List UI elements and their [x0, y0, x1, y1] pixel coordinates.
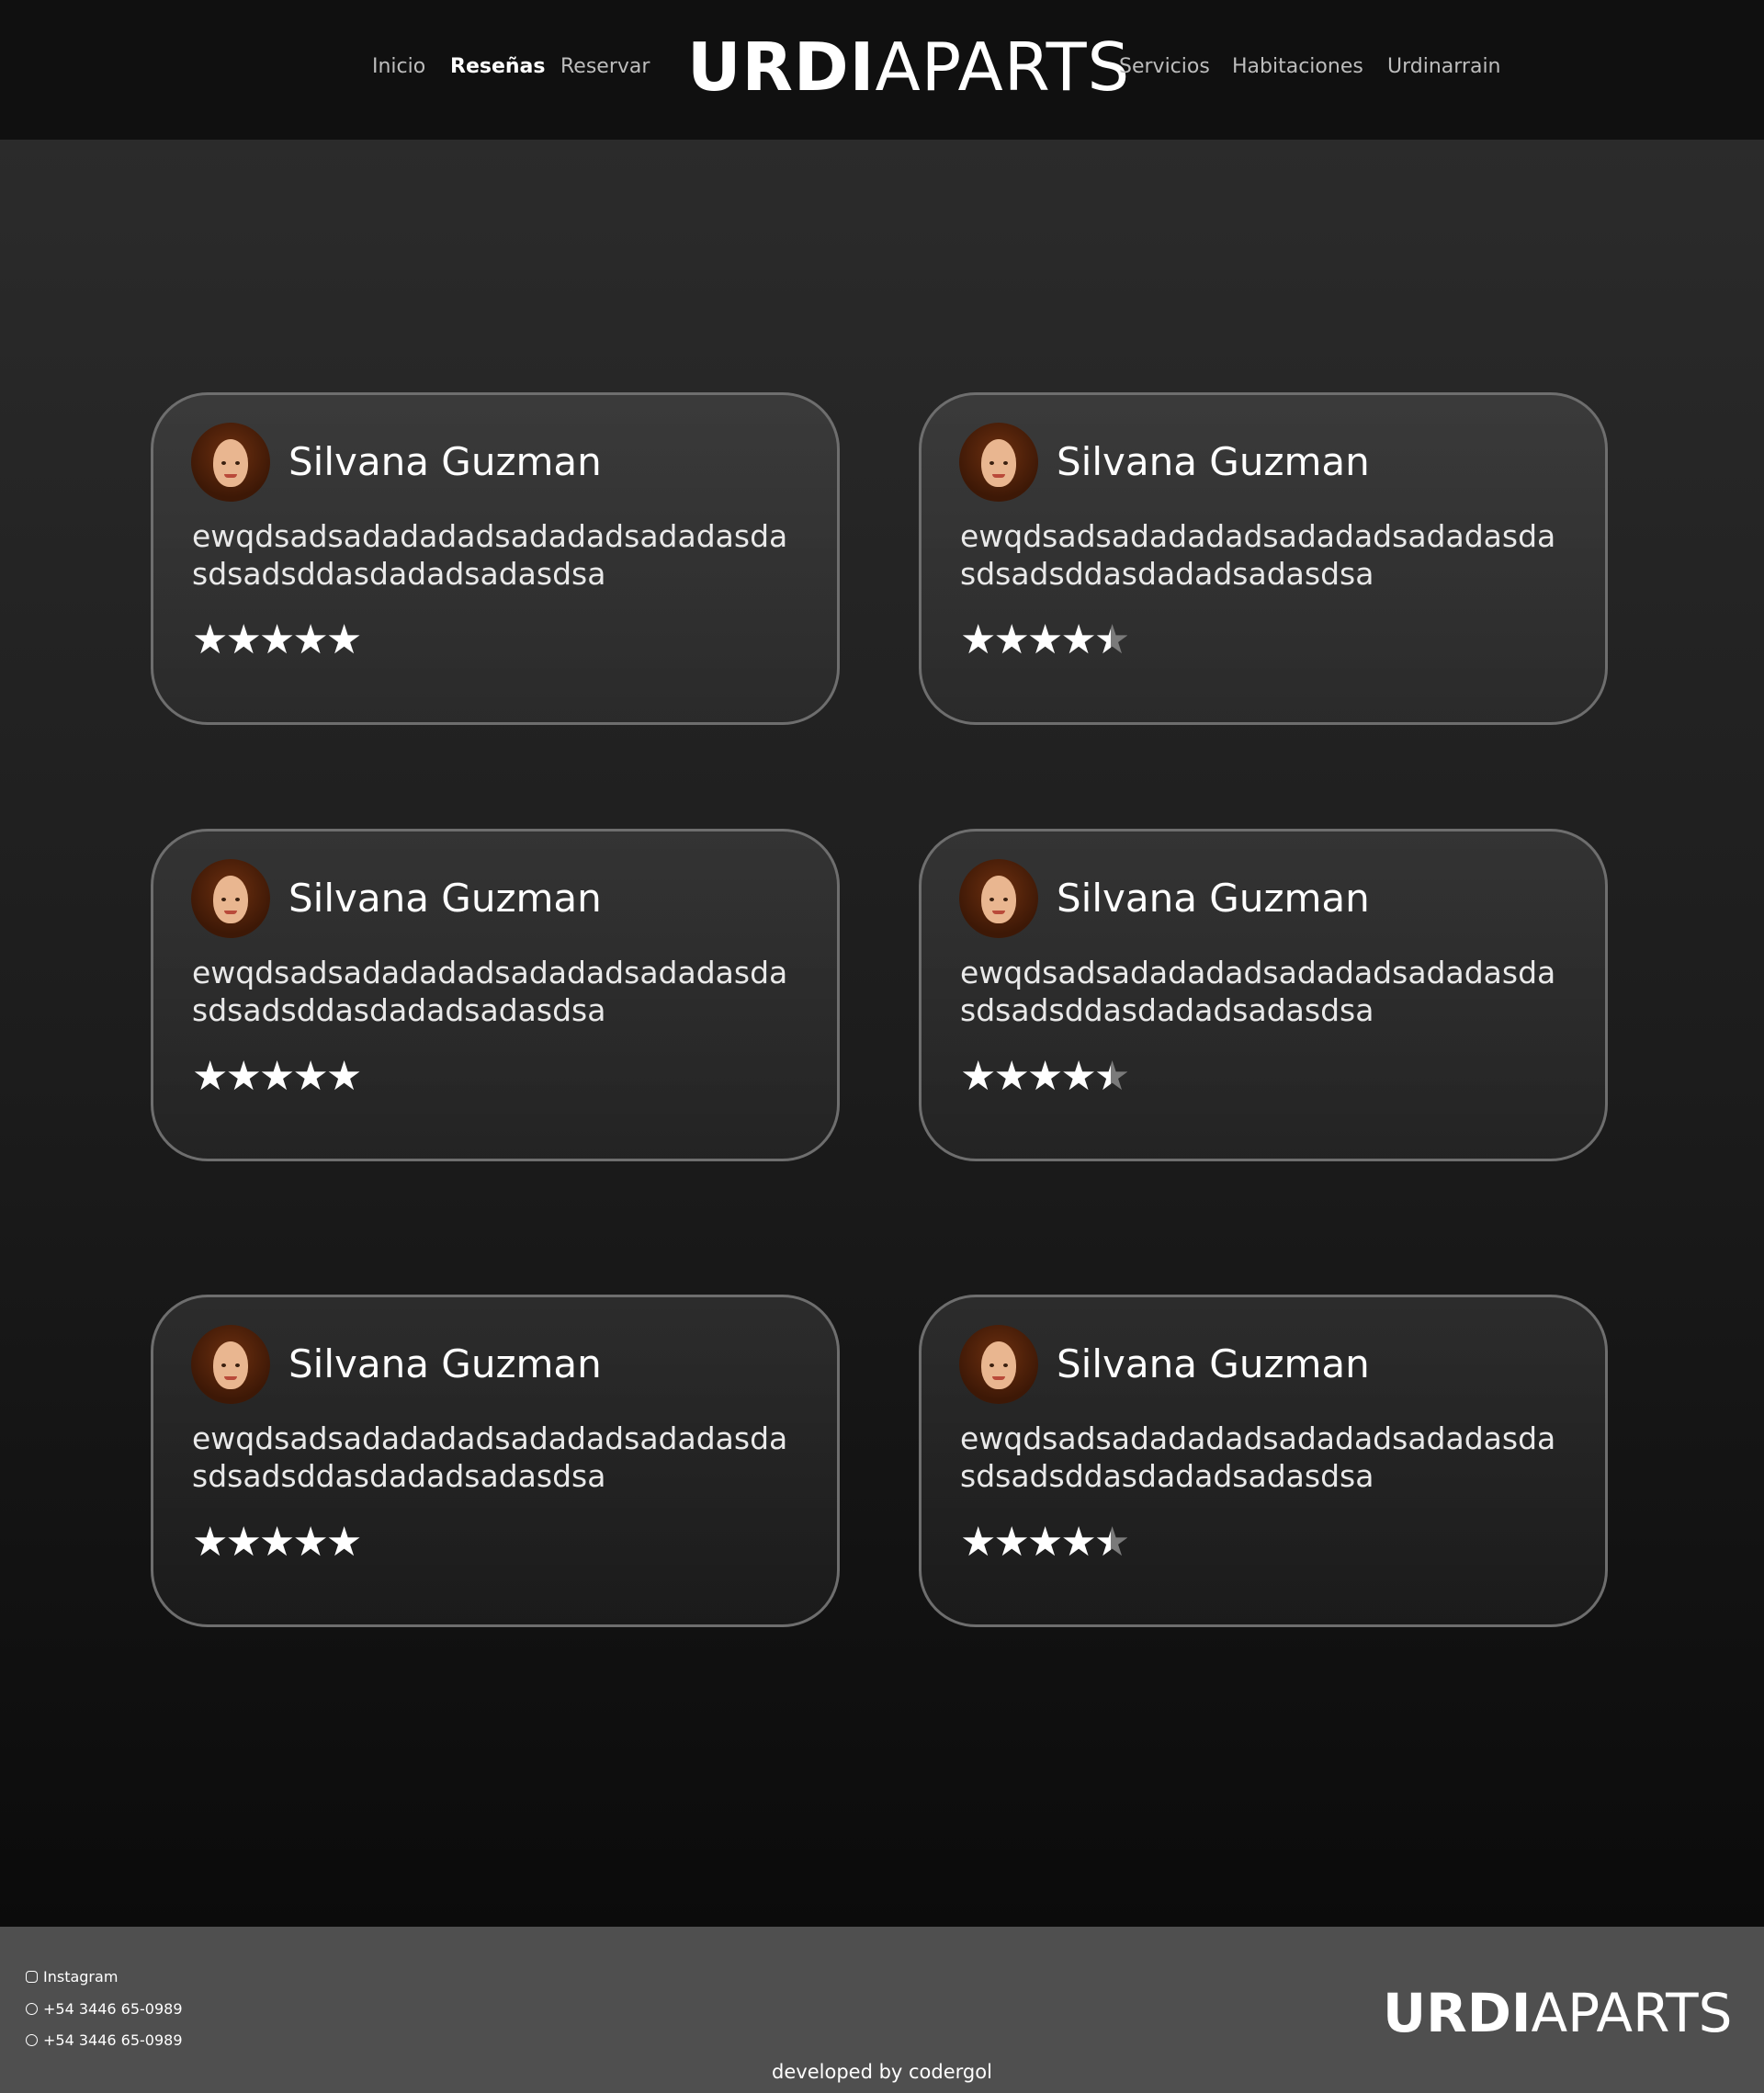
- whatsapp-icon: [26, 2003, 38, 2015]
- star-rating: ★★★★★: [192, 1053, 362, 1100]
- star-full-icon: ★: [993, 617, 1029, 663]
- star-full-icon: ★: [292, 1519, 328, 1566]
- star-full-icon: ★: [960, 1053, 996, 1100]
- nav-inicio[interactable]: Inicio: [372, 52, 425, 82]
- review-text: ewqdsadsadadadadsadadadsadadasdasdsadsdd…: [960, 518, 1556, 592]
- star-full-icon: ★: [292, 617, 328, 663]
- avatar: [959, 859, 1038, 938]
- avatar: [959, 423, 1038, 502]
- review-card: Silvana Guzman ewqdsadsadadadadsadadadsa…: [919, 829, 1608, 1161]
- review-text: ewqdsadsadadadadsadadadsadadasdasdsadsdd…: [192, 1420, 788, 1494]
- reviewer-name: Silvana Guzman: [1057, 439, 1370, 484]
- star-full-icon: ★: [258, 617, 295, 663]
- review-text: ewqdsadsadadadadsadadadsadadasdasdsadsdd…: [960, 1420, 1556, 1494]
- footer-logo[interactable]: URDIAPARTS: [1383, 1981, 1732, 2045]
- review-text: ewqdsadsadadadadsadadadsadadasdasdsadsdd…: [192, 955, 788, 1028]
- star-full-icon: ★: [192, 617, 228, 663]
- star-full-icon: ★: [960, 617, 996, 663]
- star-full-icon: ★: [1060, 617, 1096, 663]
- footer-phone[interactable]: +54 3446 65-0989: [26, 2031, 183, 2051]
- avatar: [959, 1325, 1038, 1404]
- star-full-icon: ★: [325, 617, 362, 663]
- site-logo[interactable]: URDIAPARTS: [687, 26, 1130, 108]
- nav-resenas[interactable]: Reseñas: [450, 52, 545, 82]
- avatar: [191, 423, 270, 502]
- star-full-icon: ★: [292, 1053, 328, 1100]
- review-card: Silvana Guzman ewqdsadsadadadadsadadadsa…: [151, 392, 840, 725]
- star-full-icon: ★: [192, 1053, 228, 1100]
- star-half-icon: ★: [1093, 617, 1130, 663]
- review-card: Silvana Guzman ewqdsadsadadadadsadadadsa…: [919, 392, 1608, 725]
- reviewer-name: Silvana Guzman: [288, 876, 602, 921]
- developer-credit: developed by codergol: [772, 2061, 992, 2083]
- star-rating: ★★★★★: [960, 617, 1130, 663]
- reviewer-name: Silvana Guzman: [288, 1341, 602, 1386]
- star-half-icon: ★: [1093, 1519, 1130, 1566]
- star-full-icon: ★: [960, 1519, 996, 1566]
- avatar: [191, 1325, 270, 1404]
- nav-urdinarrain[interactable]: Urdinarrain: [1387, 52, 1501, 82]
- star-full-icon: ★: [1026, 1053, 1063, 1100]
- star-rating: ★★★★★: [960, 1519, 1130, 1566]
- star-rating: ★★★★★: [192, 1519, 362, 1566]
- star-half-icon: ★: [1093, 1053, 1130, 1100]
- star-rating: ★★★★★: [960, 1053, 1130, 1100]
- review-card: Silvana Guzman ewqdsadsadadadadsadadadsa…: [919, 1295, 1608, 1627]
- star-full-icon: ★: [1060, 1053, 1096, 1100]
- review-text: ewqdsadsadadadadsadadadsadadasdasdsadsdd…: [192, 518, 788, 592]
- star-full-icon: ★: [225, 617, 261, 663]
- star-full-icon: ★: [1026, 617, 1063, 663]
- star-full-icon: ★: [1026, 1519, 1063, 1566]
- reviewer-name: Silvana Guzman: [1057, 1341, 1370, 1386]
- phone-icon: [26, 2034, 38, 2046]
- nav-reservar[interactable]: Reservar: [560, 52, 650, 82]
- nav-habitaciones[interactable]: Habitaciones: [1232, 52, 1363, 82]
- avatar: [191, 859, 270, 938]
- nav-servicios[interactable]: Servicios: [1119, 52, 1210, 82]
- star-full-icon: ★: [1060, 1519, 1096, 1566]
- star-full-icon: ★: [325, 1053, 362, 1100]
- instagram-icon: [26, 1971, 38, 1983]
- star-full-icon: ★: [258, 1053, 295, 1100]
- review-text: ewqdsadsadadadadsadadadsadadasdasdsadsdd…: [960, 955, 1556, 1028]
- site-header: Inicio Reseñas Reservar URDIAPARTS Servi…: [0, 0, 1764, 140]
- star-rating: ★★★★★: [192, 617, 362, 663]
- review-card: Silvana Guzman ewqdsadsadadadadsadadadsa…: [151, 1295, 840, 1627]
- star-full-icon: ★: [258, 1519, 295, 1566]
- star-full-icon: ★: [993, 1053, 1029, 1100]
- star-full-icon: ★: [993, 1519, 1029, 1566]
- footer-whatsapp[interactable]: +54 3446 65-0989: [26, 1999, 183, 2019]
- footer-instagram[interactable]: Instagram: [26, 1967, 118, 1987]
- star-full-icon: ★: [325, 1519, 362, 1566]
- review-card: Silvana Guzman ewqdsadsadadadadsadadadsa…: [151, 829, 840, 1161]
- reviewer-name: Silvana Guzman: [1057, 876, 1370, 921]
- star-full-icon: ★: [225, 1519, 261, 1566]
- star-full-icon: ★: [192, 1519, 228, 1566]
- star-full-icon: ★: [225, 1053, 261, 1100]
- reviewer-name: Silvana Guzman: [288, 439, 602, 484]
